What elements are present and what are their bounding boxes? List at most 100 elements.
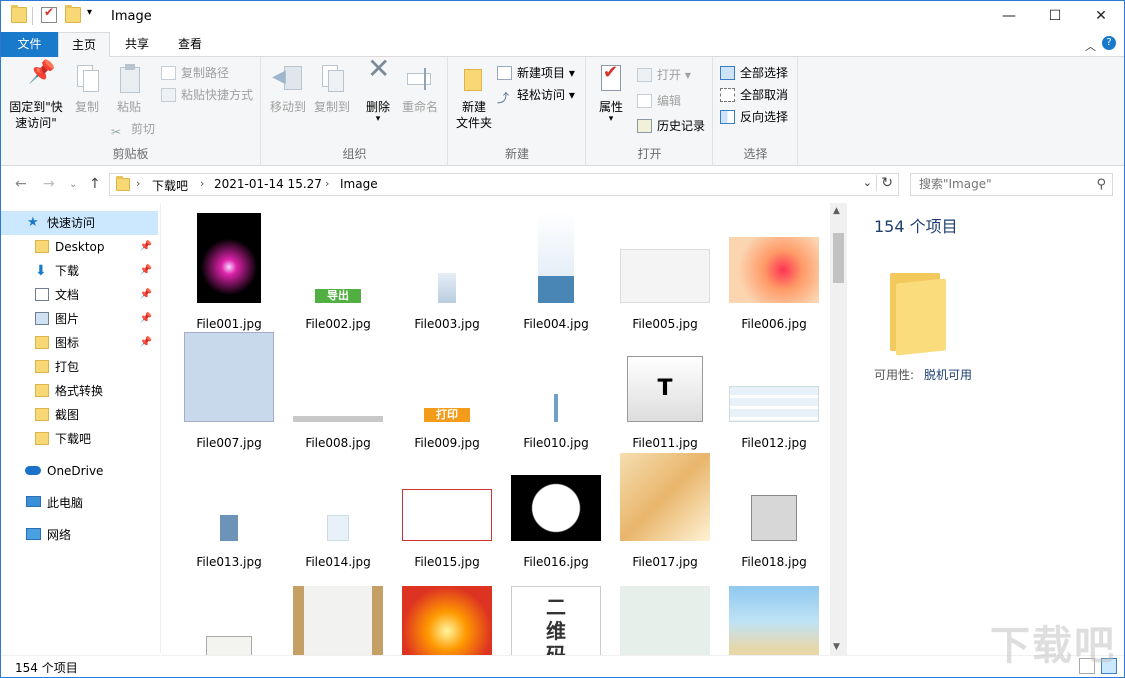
- help-icon[interactable]: ?: [1102, 36, 1116, 50]
- history-button[interactable]: 历史记录: [637, 116, 705, 136]
- thumbnail-text: 导出: [327, 289, 349, 303]
- file-tile[interactable]: [397, 570, 497, 655]
- file-tile[interactable]: File014.jpg: [288, 451, 388, 569]
- pin-quick-access-button[interactable]: 📌 固定到"快 速访问": [7, 62, 65, 131]
- file-tile[interactable]: 二 维 码: [506, 570, 606, 655]
- open-button[interactable]: 打开 ▾: [637, 65, 691, 85]
- paste-shortcut-button[interactable]: 粘贴快捷方式: [161, 85, 253, 105]
- forward-arrow-icon[interactable]: →: [43, 176, 55, 192]
- copy-to-button[interactable]: 复制到: [310, 63, 354, 115]
- sidebar-item-4[interactable]: 图片 📌: [1, 307, 158, 331]
- new-item-button[interactable]: 新建项目 ▾: [497, 63, 575, 83]
- tab-file[interactable]: 文件: [1, 32, 58, 57]
- new-folder-button[interactable]: 新建 文件夹: [455, 63, 493, 131]
- file-thumbnail: [402, 489, 492, 541]
- paste-button[interactable]: 粘贴: [109, 63, 149, 115]
- group-organize: ◀ 移动到 复制到 ✕ 删除 ▾ 重命名 组织: [262, 55, 448, 166]
- file-tile[interactable]: T File011.jpg: [615, 332, 715, 450]
- sidebar-item-9[interactable]: 下载吧: [1, 427, 158, 451]
- file-tile[interactable]: File017.jpg: [615, 451, 715, 569]
- search-icon[interactable]: ⚲: [1096, 177, 1106, 192]
- sidebar-item-7[interactable]: 格式转换: [1, 379, 158, 403]
- close-button[interactable]: ✕: [1078, 1, 1124, 32]
- navigation-pane: ★ 快速访问 Desktop 📌 ⬇ 下载 📌 文档 📌 图片 📌 图标 📌 打包 格式转换 截图 下载吧 …: [1, 203, 161, 653]
- refresh-icon[interactable]: ↻: [876, 175, 893, 191]
- file-tile[interactable]: File013.jpg: [179, 451, 279, 569]
- copy-button[interactable]: 复制: [67, 63, 107, 115]
- properties-button[interactable]: ✔ 属性 ▾: [593, 63, 629, 124]
- file-tile[interactable]: File005.jpg: [615, 213, 715, 331]
- sidebar-item-6[interactable]: 打包: [1, 355, 158, 379]
- customize-toolbar-icon[interactable]: ▾: [87, 7, 92, 18]
- maximize-button[interactable]: ☐: [1032, 1, 1078, 32]
- file-tile[interactable]: File015.jpg: [397, 451, 497, 569]
- select-none-button[interactable]: 全部取消: [720, 85, 788, 105]
- file-tile[interactable]: [615, 570, 715, 655]
- folder-icon: [35, 240, 49, 253]
- file-tile[interactable]: File004.jpg: [506, 213, 606, 331]
- file-tile[interactable]: 打印 File009.jpg: [397, 332, 497, 450]
- pin-icon[interactable]: 📌: [140, 235, 152, 259]
- file-tile[interactable]: File007.jpg: [179, 332, 279, 450]
- select-all-button[interactable]: 全部选择: [720, 63, 788, 83]
- nav-onedrive[interactable]: OneDrive: [1, 459, 158, 483]
- nav-quick-access[interactable]: ★ 快速访问: [1, 211, 158, 235]
- address-bar[interactable]: › 下载吧 › 2021-01-14 15.27 › Image ⌄ ↻: [109, 173, 899, 196]
- search-box[interactable]: ⚲: [910, 173, 1113, 196]
- address-dropdown-icon[interactable]: ⌄: [863, 176, 872, 189]
- sidebar-item-1[interactable]: Desktop 📌: [1, 235, 158, 259]
- file-tile[interactable]: File018.jpg: [724, 451, 824, 569]
- file-tile[interactable]: File006.jpg: [724, 213, 824, 331]
- sidebar-item-5[interactable]: 图标 📌: [1, 331, 158, 355]
- scroll-down-icon[interactable]: ▼: [833, 642, 840, 652]
- cut-button[interactable]: ✂ 剪切: [111, 119, 155, 139]
- chevron-right-icon[interactable]: ›: [200, 177, 204, 190]
- sidebar-item-3[interactable]: 文档 📌: [1, 283, 158, 307]
- move-to-button[interactable]: ◀ 移动到: [266, 63, 310, 115]
- file-tile[interactable]: [288, 570, 388, 655]
- minimize-button[interactable]: —: [986, 1, 1032, 32]
- file-tile[interactable]: File016.jpg: [506, 451, 606, 569]
- file-tile[interactable]: File010.jpg: [506, 332, 606, 450]
- delete-button[interactable]: ✕ 删除 ▾: [360, 55, 396, 124]
- up-arrow-icon[interactable]: ↑: [89, 176, 101, 192]
- breadcrumb-date-folder[interactable]: 2021-01-14 15.27: [214, 177, 322, 191]
- nav-network[interactable]: 网络: [1, 523, 158, 547]
- pin-icon[interactable]: 📌: [140, 283, 152, 307]
- breadcrumb-xiazaiba[interactable]: 下载吧: [152, 177, 188, 194]
- file-tile[interactable]: File003.jpg: [397, 213, 497, 331]
- invert-selection-button[interactable]: 反向选择: [720, 107, 788, 127]
- copy-path-button[interactable]: 复制路径: [161, 63, 229, 83]
- pin-icon[interactable]: 📌: [140, 331, 152, 355]
- sidebar-item-8[interactable]: 截图: [1, 403, 158, 427]
- scrollbar-thumb[interactable]: [833, 233, 844, 283]
- rename-button[interactable]: 重命名: [398, 63, 442, 115]
- pin-icon[interactable]: 📌: [140, 307, 152, 331]
- vertical-scrollbar[interactable]: ▲ ▼: [830, 203, 847, 655]
- status-bar: 154 个项目: [1, 655, 1124, 677]
- file-tile[interactable]: [724, 570, 824, 655]
- collapse-ribbon-icon[interactable]: ︿: [1085, 38, 1096, 54]
- edit-button[interactable]: 编辑: [637, 91, 681, 111]
- file-tile[interactable]: File008.jpg: [288, 332, 388, 450]
- scroll-up-icon[interactable]: ▲: [833, 206, 840, 216]
- file-tile[interactable]: File001.jpg: [179, 213, 279, 331]
- properties-check-icon[interactable]: ✔: [41, 5, 57, 23]
- easy-access-button[interactable]: ⤴ 轻松访问 ▾: [497, 85, 575, 105]
- recent-chevron-down-icon[interactable]: ⌄: [69, 179, 77, 190]
- back-arrow-icon[interactable]: ←: [15, 176, 27, 192]
- file-tile[interactable]: File012.jpg: [724, 332, 824, 450]
- tab-view[interactable]: 查看: [164, 32, 216, 57]
- tab-share[interactable]: 共享: [113, 32, 161, 57]
- chevron-right-icon[interactable]: ›: [136, 177, 140, 190]
- search-input[interactable]: [919, 177, 1089, 191]
- file-tile[interactable]: [179, 570, 279, 655]
- chevron-right-icon[interactable]: ›: [325, 177, 329, 190]
- sidebar-item-2[interactable]: ⬇ 下载 📌: [1, 259, 158, 283]
- nav-this-pc[interactable]: 此电脑: [1, 491, 158, 515]
- tab-home[interactable]: 主页: [58, 32, 110, 58]
- new-folder-icon[interactable]: [65, 5, 81, 23]
- file-tile[interactable]: 导出 File002.jpg: [288, 213, 388, 331]
- pin-icon[interactable]: 📌: [140, 259, 152, 283]
- breadcrumb-image[interactable]: Image: [340, 177, 378, 191]
